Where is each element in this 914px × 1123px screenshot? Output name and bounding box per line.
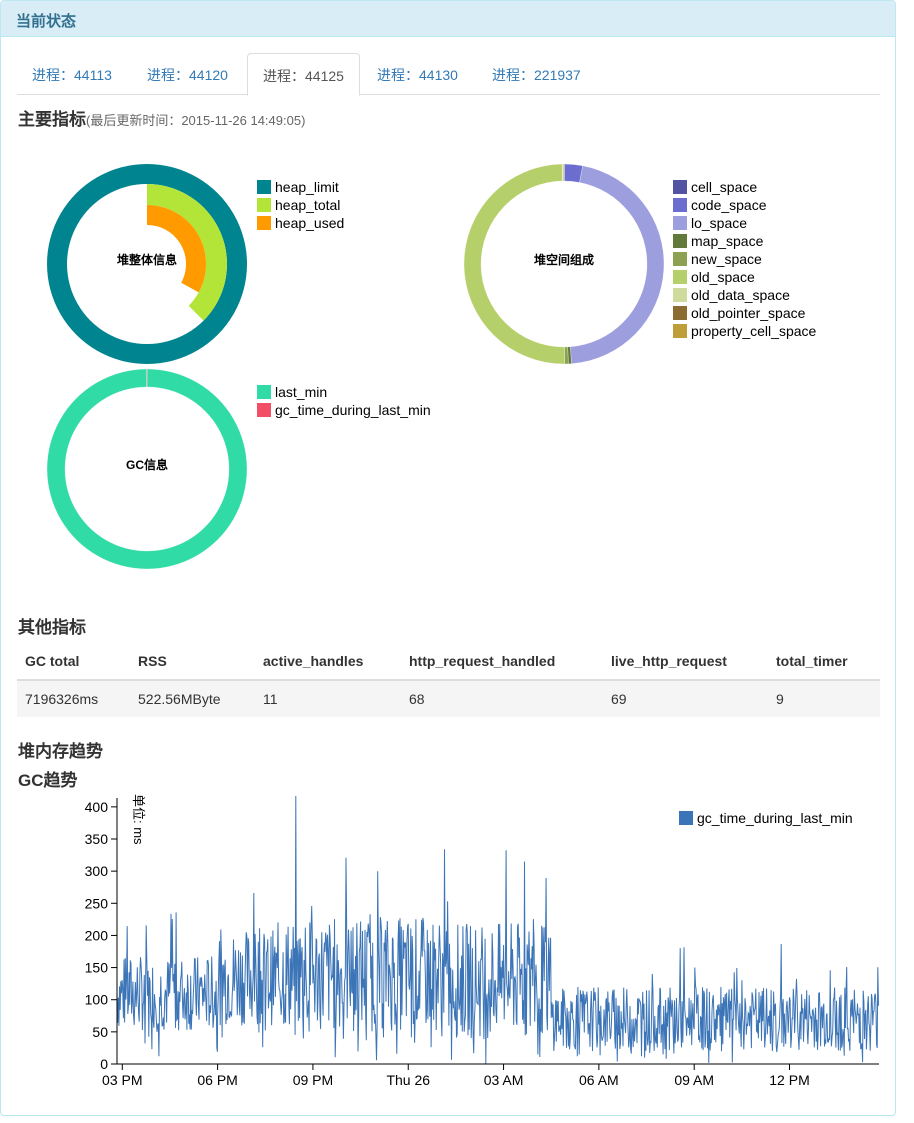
legend-swatch-old-data-space[interactable]	[673, 288, 687, 302]
legend-label-gc-time-during-last-min: gc_time_during_last_min	[275, 402, 431, 418]
legend-label-heap-used: heap_used	[275, 215, 344, 231]
legend-label-heap-limit: heap_limit	[275, 179, 339, 195]
other-metrics-table: GC total RSS active_handles http_request…	[17, 642, 880, 717]
legend-label-cell-space: cell_space	[691, 179, 757, 195]
legend-swatch-old-space[interactable]	[673, 270, 687, 284]
tab-process-44130[interactable]: 进程：44130	[362, 53, 473, 95]
gc-info-chart: GC信息 last_min gc_time_during_last_min	[46, 368, 431, 570]
legend-swatch-heap-used[interactable]	[257, 216, 271, 230]
panel-title: 当前状态	[1, 1, 895, 37]
legend-label-lo-space: lo_space	[691, 215, 747, 231]
legend-swatch-gc-time-during-last-min[interactable]	[679, 811, 693, 825]
y-axis-label: 单位: ms	[131, 794, 146, 845]
legend-swatch-last-min[interactable]	[257, 385, 271, 399]
tab-process-221937[interactable]: 进程：221937	[477, 53, 596, 95]
legend-label-new-space: new_space	[691, 251, 762, 267]
slice-property-cell-space[interactable]	[563, 163, 565, 182]
table-cell: 11	[255, 680, 401, 717]
legend-swatch-gc-time-during-last-min[interactable]	[257, 403, 271, 417]
table-cell: 68	[401, 680, 603, 717]
x-tick-label: 03 PM	[102, 1072, 142, 1088]
legend-swatch-code-space[interactable]	[673, 198, 687, 212]
x-tick-label: 06 AM	[579, 1072, 619, 1088]
series-line-gc-time	[116, 795, 879, 1064]
legend-swatch-lo-space[interactable]	[673, 216, 687, 230]
column-header: active_handles	[255, 642, 401, 681]
table-row: 7196326ms 522.56MByte 11 68 69 9	[17, 680, 880, 717]
status-panel: 当前状态 进程：44113 进程：44120 进程：44125 进程：44130…	[0, 0, 896, 1116]
heap-overview-title: 堆整体信息	[117, 252, 177, 267]
y-tick-label: 250	[85, 895, 109, 911]
column-header: http_request_handled	[401, 642, 603, 681]
other-metrics-title: 其他指标	[18, 618, 86, 637]
main-metrics-heading: 主要指标(最后更新时间：2015-11-26 14:49:05)	[18, 105, 305, 130]
column-header: RSS	[130, 642, 255, 681]
legend-swatch-heap-total[interactable]	[257, 198, 271, 212]
column-header: live_http_request	[603, 642, 768, 681]
legend-swatch-heap-limit[interactable]	[257, 180, 271, 194]
table-cell: 7196326ms	[17, 680, 130, 717]
legend-swatch-new-space[interactable]	[673, 252, 687, 266]
y-tick-label: 300	[85, 863, 109, 879]
last-updated-time: (最后更新时间：2015-11-26 14:49:05)	[86, 113, 306, 128]
x-tick-label: 12 PM	[769, 1072, 809, 1088]
legend-label-old-space: old_space	[691, 269, 755, 285]
legend-swatch-property-cell-space[interactable]	[673, 324, 687, 338]
y-tick-label: 50	[92, 1024, 108, 1040]
y-tick-label: 150	[85, 960, 109, 976]
heap-overview-chart: 堆整体信息 heap_limit heap_total heap_used	[47, 164, 344, 364]
legend-label-old-pointer-space: old_pointer_space	[691, 305, 806, 321]
legend-label-heap-total: heap_total	[275, 197, 340, 213]
y-tick-label: 0	[100, 1056, 108, 1072]
tab-process-44120[interactable]: 进程：44120	[132, 53, 243, 95]
legend-label-property-cell-space: property_cell_space	[691, 323, 817, 339]
column-header: GC total	[17, 642, 130, 681]
column-header: total_timer	[768, 642, 880, 681]
x-tick-label: 06 PM	[197, 1072, 237, 1088]
tab-process-44113[interactable]: 进程：44113	[17, 53, 127, 95]
tab-process-44125[interactable]: 进程：44125	[247, 53, 360, 96]
x-tick-label: 03 AM	[484, 1072, 524, 1088]
y-tick-label: 350	[85, 831, 109, 847]
gc-info-title: GC信息	[126, 457, 168, 472]
heap-trend-title: 堆内存趋势	[18, 742, 103, 761]
legend-swatch-map-space[interactable]	[673, 234, 687, 248]
heap-space-chart: 堆空间组成 cell_space code_space lo_space map_sp…	[463, 163, 817, 365]
heap-space-title: 堆空间组成	[534, 252, 594, 267]
slice-gc-time-during-last-min[interactable]	[146, 368, 148, 388]
legend-label-map-space: map_space	[691, 233, 764, 249]
legend-swatch-old-pointer-space[interactable]	[673, 306, 687, 320]
table-cell: 69	[603, 680, 768, 717]
slice-new-space[interactable]	[564, 346, 569, 365]
table-cell: 9	[768, 680, 880, 717]
legend-label-old-data-space: old_data_space	[691, 287, 790, 303]
legend-label-gc-time-during-last-min: gc_time_during_last_min	[697, 810, 853, 826]
x-tick-label: 09 PM	[293, 1072, 333, 1088]
y-tick-label: 100	[85, 992, 109, 1008]
x-tick-label: 09 AM	[674, 1072, 714, 1088]
y-tick-label: 400	[85, 799, 109, 815]
table-header-row: GC total RSS active_handles http_request…	[17, 642, 880, 681]
main-metrics-title: 主要指标	[18, 110, 86, 129]
table-cell: 522.56MByte	[130, 680, 255, 717]
legend-label-code-space: code_space	[691, 197, 767, 213]
legend-label-last-min: last_min	[275, 384, 327, 400]
process-tabs: 进程：44113 进程：44120 进程：44125 进程：44130 进程：2…	[17, 53, 880, 96]
gc-trend-chart: 0 50 100 150 200 250 300 350 400 03 PM 06 PM 09 PM T…	[85, 794, 879, 1088]
x-tick-label: Thu 26	[386, 1072, 430, 1088]
y-tick-label: 200	[85, 927, 109, 943]
legend-swatch-cell-space[interactable]	[673, 180, 687, 194]
